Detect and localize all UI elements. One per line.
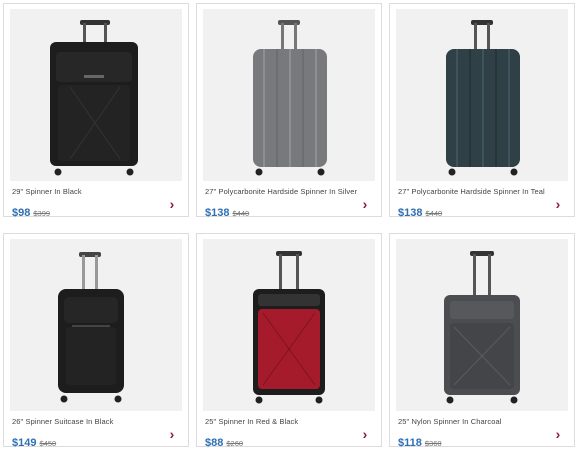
price-row: $138 $440 bbox=[398, 203, 442, 221]
product-image[interactable] bbox=[396, 9, 568, 181]
price-row: $138 $440 bbox=[205, 203, 249, 221]
product-card[interactable]: 26" Spinner Suitcase In Black $149 $450 › bbox=[3, 233, 189, 449]
original-price: $440 bbox=[425, 209, 443, 218]
product-title[interactable]: 25" Nylon Spinner In Charcoal bbox=[398, 417, 502, 426]
sale-price: $138 bbox=[205, 207, 230, 219]
sale-price: $149 bbox=[12, 437, 37, 449]
price-row: $149 $450 bbox=[12, 433, 56, 451]
price-row: $98 $399 bbox=[12, 203, 50, 221]
chevron-right-icon[interactable]: › bbox=[551, 427, 565, 441]
product-card[interactable]: 27" Polycarbonite Hardside Spinner In Te… bbox=[389, 3, 575, 219]
sale-price: $118 bbox=[398, 437, 422, 449]
product-card[interactable]: 27" Polycarbonite Hardside Spinner In Si… bbox=[196, 3, 382, 219]
price-row: $118 $360 bbox=[398, 433, 442, 451]
original-price: $440 bbox=[232, 209, 250, 218]
product-title[interactable]: 29" Spinner In Black bbox=[12, 187, 82, 196]
product-title[interactable]: 27" Polycarbonite Hardside Spinner In Te… bbox=[398, 187, 545, 196]
product-image[interactable] bbox=[10, 9, 182, 181]
product-grid: 29" Spinner In Black $98 $399 › 27" Polyc… bbox=[0, 0, 577, 456]
product-card[interactable]: 25" Spinner In Red & Black $88 $260 › bbox=[196, 233, 382, 449]
original-price: $360 bbox=[424, 439, 442, 448]
product-image[interactable] bbox=[396, 239, 568, 411]
chevron-right-icon[interactable]: › bbox=[165, 197, 179, 211]
sale-price: $88 bbox=[205, 437, 224, 449]
product-title[interactable]: 26" Spinner Suitcase In Black bbox=[12, 417, 113, 426]
sale-price: $98 bbox=[12, 207, 31, 219]
product-image[interactable] bbox=[10, 239, 182, 411]
sale-price: $138 bbox=[398, 207, 423, 219]
chevron-right-icon[interactable]: › bbox=[358, 427, 372, 441]
original-price: $260 bbox=[226, 439, 244, 448]
chevron-right-icon[interactable]: › bbox=[358, 197, 372, 211]
product-title[interactable]: 27" Polycarbonite Hardside Spinner In Si… bbox=[205, 187, 357, 196]
product-card[interactable]: 25" Nylon Spinner In Charcoal $118 $360 › bbox=[389, 233, 575, 449]
chevron-right-icon[interactable]: › bbox=[551, 197, 565, 211]
product-title[interactable]: 25" Spinner In Red & Black bbox=[205, 417, 298, 426]
product-image[interactable] bbox=[203, 239, 375, 411]
price-row: $88 $260 bbox=[205, 433, 243, 451]
original-price: $450 bbox=[39, 439, 57, 448]
product-card[interactable]: 29" Spinner In Black $98 $399 › bbox=[3, 3, 189, 219]
product-image[interactable] bbox=[203, 9, 375, 181]
original-price: $399 bbox=[33, 209, 51, 218]
chevron-right-icon[interactable]: › bbox=[165, 427, 179, 441]
